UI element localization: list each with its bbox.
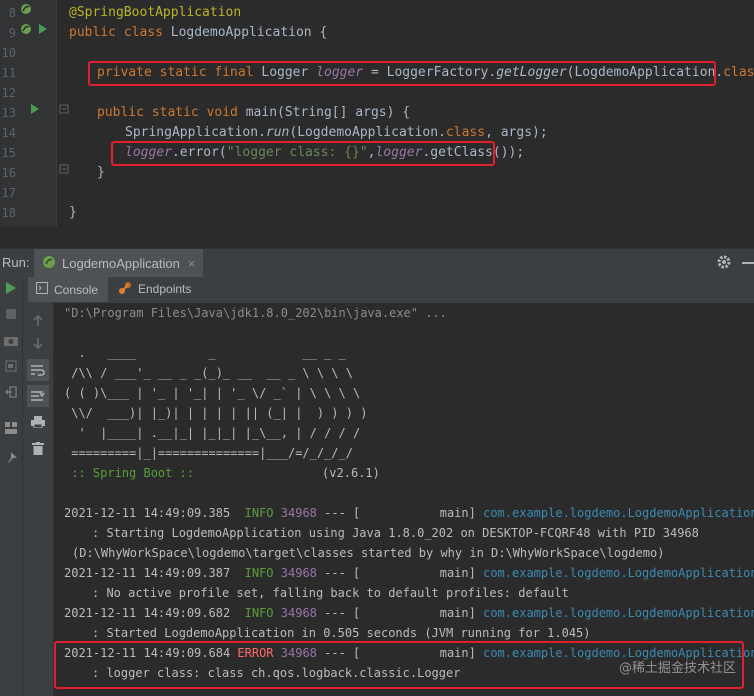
log-logger: com.example.logdemo.LogdemoApplication	[483, 506, 754, 520]
line-number: 10	[1, 46, 16, 60]
trash-icon[interactable]	[27, 437, 49, 459]
log-entry-header: 2021-12-11 14:49:09.387 INFO 34968 --- […	[64, 563, 754, 583]
restore-layout-icon[interactable]	[0, 355, 22, 377]
spring-boot-icon	[42, 255, 56, 272]
line-number: 8	[8, 6, 16, 20]
tab-console[interactable]: Console	[28, 277, 109, 302]
java-command-line: "D:\Program Files\Java\jdk1.8.0_202\bin\…	[64, 306, 447, 320]
log-timestamp: 2021-12-11 14:49:09.682	[64, 606, 231, 620]
spring-boot-version: (v2.6.1)	[322, 466, 380, 480]
banner-line: . ____ _ __ _ _	[64, 346, 346, 360]
code-line-close-brace: }	[69, 205, 77, 220]
rerun-icon[interactable]	[0, 277, 22, 299]
fold-icon[interactable]	[59, 103, 69, 123]
log-timestamp: 2021-12-11 14:49:09.385	[64, 506, 231, 520]
down-arrow-icon[interactable]	[27, 333, 49, 355]
code-line-spring-run: SpringApplication.run(LogdemoApplication…	[125, 125, 548, 140]
log-logger: com.example.logdemo.LogdemoApplication	[483, 606, 754, 620]
minimize-icon[interactable]	[742, 262, 754, 264]
line-number: 9	[8, 26, 16, 40]
banner-line: \\/ ___)| |_)| | | | | || (_| | ) ) ) )	[64, 406, 368, 420]
run-actions-sidebar	[0, 277, 23, 696]
line-number: 16	[1, 166, 16, 180]
code-line-class-decl: public class LogdemoApplication {	[69, 23, 327, 43]
layout-icon[interactable]	[0, 417, 22, 439]
exit-icon[interactable]	[0, 381, 22, 403]
console-icon	[36, 282, 48, 297]
endpoints-icon	[118, 281, 132, 298]
spring-bean-icon[interactable]	[20, 23, 32, 43]
editor-gutter: 8 9 10 11 12 13 14 15 16 17 18	[0, 0, 69, 226]
line-number: 13	[1, 106, 16, 120]
scroll-to-end-icon[interactable]	[27, 385, 49, 407]
log-message: : No active profile set, falling back to…	[92, 586, 569, 600]
log-level: INFO	[244, 606, 274, 620]
log-thread: main]	[439, 506, 476, 520]
run-gutter-icon[interactable]	[38, 23, 48, 43]
print-icon[interactable]	[27, 411, 49, 433]
up-arrow-icon[interactable]	[27, 309, 49, 331]
fold-icon[interactable]	[59, 163, 69, 183]
code-editor[interactable]: 8 9 10 11 12 13 14 15 16 17 18 @SpringBo…	[0, 0, 754, 226]
stop-icon[interactable]	[0, 303, 22, 325]
line-number: 14	[1, 126, 16, 140]
highlight-box	[88, 61, 716, 86]
log-logger: com.example.logdemo.LogdemoApplication	[483, 566, 754, 580]
run-config-tab[interactable]: LogdemoApplication ×	[34, 249, 204, 277]
camera-icon[interactable]	[0, 329, 22, 351]
editor-spacer	[0, 226, 754, 248]
console-tools-sidebar	[23, 303, 54, 696]
code-line-main-method: public static void main(String[] args) {	[97, 105, 411, 120]
log-pid: 34968	[280, 606, 317, 620]
run-toolbar: Run: LogdemoApplication ×	[0, 248, 754, 277]
gear-icon[interactable]	[716, 254, 732, 274]
watermark: @稀土掘金技术社区	[618, 661, 736, 676]
banner-line: ( ( )\___ | '_ | '_| | '_ \/ _` | \ \ \ …	[64, 386, 361, 400]
code-line-close-brace: }	[97, 165, 105, 180]
spring-boot-label: :: Spring Boot ::	[64, 466, 195, 480]
console-output[interactable]: "D:\Program Files\Java\jdk1.8.0_202\bin\…	[54, 303, 754, 696]
log-level: INFO	[244, 506, 274, 520]
log-level: INFO	[244, 566, 274, 580]
soft-wrap-icon[interactable]	[27, 359, 49, 381]
tab-console-label: Console	[54, 282, 99, 297]
log-pid: 34968	[280, 506, 317, 520]
code-line-annotation: @SpringBootApplication	[69, 5, 242, 20]
close-icon[interactable]: ×	[188, 256, 196, 271]
highlight-box	[111, 141, 495, 166]
tab-endpoints-label: Endpoints	[138, 282, 192, 296]
log-pid: 34968	[280, 566, 317, 580]
line-number: 17	[1, 186, 16, 200]
line-number: 15	[1, 146, 16, 160]
log-thread: main]	[439, 566, 476, 580]
log-thread: main]	[439, 606, 476, 620]
spring-bean-icon[interactable]	[20, 3, 32, 23]
log-message: : Started LogdemoApplication in 0.505 se…	[92, 626, 591, 640]
run-gutter-icon[interactable]	[30, 103, 40, 123]
code-token: public class	[69, 25, 171, 40]
console-tabs-bar: Console Endpoints	[0, 277, 754, 304]
run-tab-label: LogdemoApplication	[62, 255, 180, 271]
log-sep: --- [	[324, 566, 361, 580]
log-entry-header: 2021-12-11 14:49:09.385 INFO 34968 --- […	[64, 503, 754, 523]
run-label: Run:	[2, 255, 30, 270]
banner-line: /\\ / ___'_ __ _ _(_)_ __ __ _ \ \ \ \	[64, 366, 353, 380]
line-number: 18	[1, 206, 16, 220]
code-token: LogdemoApplication {	[170, 25, 328, 40]
pin-icon[interactable]	[0, 447, 22, 469]
log-entry-header: 2021-12-11 14:49:09.682 INFO 34968 --- […	[64, 603, 754, 623]
banner-line: ' |____| .__|_| |_|_| |_\__, | / / / /	[64, 426, 361, 440]
log-timestamp: 2021-12-11 14:49:09.387	[64, 566, 231, 580]
line-number: 12	[1, 86, 16, 100]
line-number: 11	[1, 66, 16, 80]
log-sep: --- [	[324, 606, 361, 620]
banner-line: =========|_|==============|___/=/_/_/_/	[64, 446, 353, 460]
log-message: : Starting LogdemoApplication using Java…	[92, 526, 699, 540]
spring-boot-version-line: :: Spring Boot :: (v2.6.1)	[64, 463, 380, 483]
tab-endpoints[interactable]: Endpoints	[118, 277, 191, 301]
log-sep: --- [	[324, 506, 361, 520]
log-message: (D:\WhyWorkSpace\logdemo\target\classes …	[72, 546, 665, 560]
